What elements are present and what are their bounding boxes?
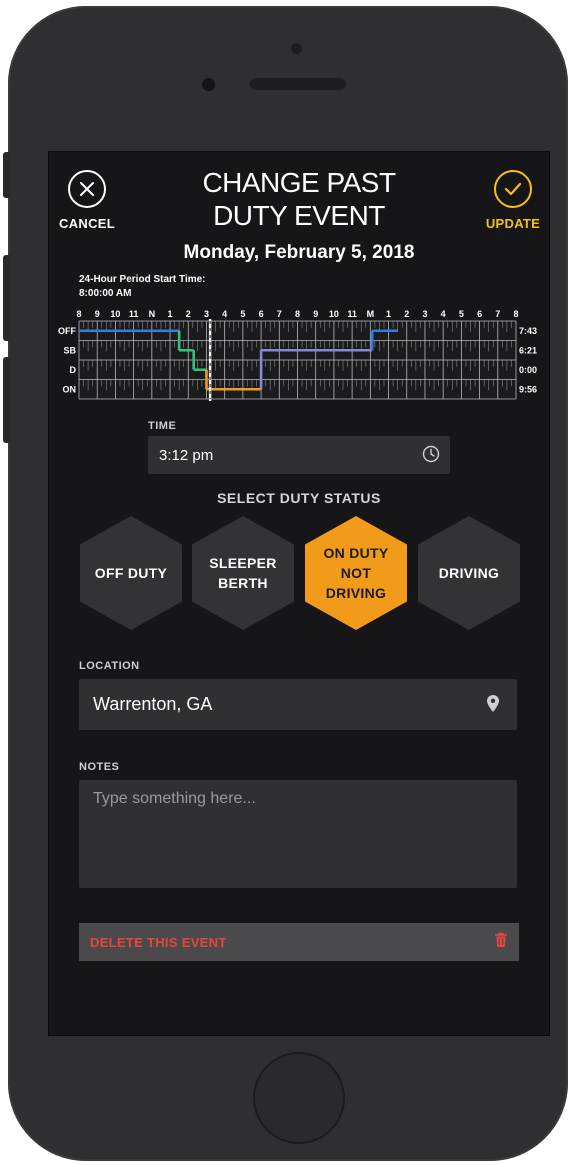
earpiece-speaker	[250, 78, 346, 90]
hour-tick-label: 1	[168, 309, 173, 319]
hour-tick-label: M	[367, 309, 375, 319]
hour-tick-label: 6	[477, 309, 482, 319]
hour-tick-label: 6	[259, 309, 264, 319]
row-label: SB	[63, 345, 76, 355]
period-start-label: 24-Hour Period Start Time:	[79, 274, 206, 285]
proximity-sensor	[202, 78, 215, 91]
status-label: SLEEPER	[209, 555, 277, 571]
row-total: 7:43	[519, 326, 537, 336]
cancel-button[interactable]: CANCEL	[57, 170, 117, 231]
clock-icon	[422, 445, 440, 467]
time-value: 3:12 pm	[159, 446, 214, 464]
update-button[interactable]: UPDATE	[481, 170, 545, 231]
event-date: Monday, February 5, 2018	[183, 242, 415, 263]
location-field[interactable]: Warrenton, GA	[79, 679, 517, 730]
hour-tick-label: 2	[186, 309, 191, 319]
status-label: BERTH	[218, 575, 268, 591]
status-on-duty-not-driving[interactable]: ON DUTY NOT DRIVING	[305, 516, 407, 630]
row-label: ON	[63, 384, 77, 394]
notes-field[interactable]: Type something here...	[79, 780, 517, 888]
period-start: 24-Hour Period Start Time: 8:00:00 AM	[79, 273, 206, 301]
notes-label: NOTES	[79, 761, 120, 773]
row-label: D	[70, 365, 77, 375]
hour-tick-label: 8	[76, 309, 81, 319]
hour-tick-label: 3	[204, 309, 209, 319]
hour-tick-label: 4	[441, 309, 446, 319]
title-line-2: DUTY EVENT	[213, 200, 385, 231]
hour-tick-label: 8	[295, 309, 300, 319]
period-start-value: 8:00:00 AM	[79, 288, 132, 299]
hour-tick-label: 3	[422, 309, 427, 319]
close-icon	[68, 170, 106, 208]
row-total: 0:00	[519, 365, 537, 375]
hour-tick-label: 9	[95, 309, 100, 319]
row-total: 9:56	[519, 384, 537, 394]
checkmark-icon	[494, 170, 532, 208]
duty-log-graph[interactable]: 8 9 10 11 N 1 2 3 4 5 6 7 8 9 10 11 M 1 2 3 4 5 6 7 8 OFF 7:43 SB 6:…	[49, 307, 549, 407]
status-sleeper-berth[interactable]: SLEEPER BERTH	[192, 516, 294, 630]
home-button[interactable]	[253, 1052, 345, 1144]
phone-frame: CANCEL CHANGE PAST DUTY EVENT UPDATE Mon…	[8, 6, 568, 1161]
status-off-duty[interactable]: OFF DUTY	[80, 516, 182, 630]
hour-tick-label: 7	[495, 309, 500, 319]
title-line-1: CHANGE PAST	[202, 167, 396, 198]
delete-label: DELETE THIS EVENT	[90, 934, 227, 950]
hour-tick-label: N	[149, 309, 156, 319]
trash-icon	[494, 932, 508, 953]
volume-down-button	[3, 357, 11, 443]
hour-tick-label: 10	[110, 309, 120, 319]
hour-tick-label: 9	[313, 309, 318, 319]
location-label: LOCATION	[79, 660, 140, 672]
hour-tick-label: 5	[240, 309, 245, 319]
status-driving[interactable]: DRIVING	[418, 516, 520, 630]
time-label: TIME	[148, 420, 177, 432]
hour-tick-label: 10	[329, 309, 339, 319]
duty-status-heading: SELECT DUTY STATUS	[217, 490, 381, 506]
cancel-label: CANCEL	[59, 216, 115, 231]
row-total: 6:21	[519, 345, 537, 355]
mute-switch	[3, 152, 11, 198]
row-label: OFF	[58, 326, 76, 336]
location-pin-icon	[487, 695, 499, 717]
page-title: CHANGE PAST DUTY EVENT	[169, 166, 429, 232]
hour-tick-label: 8	[513, 309, 518, 319]
duty-log-chart: 8 9 10 11 N 1 2 3 4 5 6 7 8 9 10 11 M 1 2 3 4 5 6 7 8OFF 7:43SB 6:…	[58, 309, 537, 401]
delete-event-button[interactable]: DELETE THIS EVENT	[79, 923, 519, 961]
hour-tick-label: 5	[459, 309, 464, 319]
hour-tick-label: 7	[277, 309, 282, 319]
hour-tick-label: 1	[386, 309, 391, 319]
status-label: ON DUTY	[323, 545, 389, 561]
hour-tick-label: 11	[129, 309, 139, 319]
status-label: NOT	[340, 565, 372, 581]
app-screen: CANCEL CHANGE PAST DUTY EVENT UPDATE Mon…	[48, 151, 550, 1036]
hour-tick-label: 11	[347, 309, 357, 319]
hour-tick-label: 2	[404, 309, 409, 319]
location-value: Warrenton, GA	[93, 694, 213, 714]
front-camera	[291, 43, 302, 54]
notes-placeholder: Type something here...	[93, 790, 256, 807]
status-label: DRIVING	[325, 585, 387, 601]
time-field[interactable]: 3:12 pm	[148, 436, 450, 474]
volume-up-button	[3, 255, 11, 341]
hour-tick-label: 4	[222, 309, 227, 319]
status-label: DRIVING	[438, 565, 500, 581]
status-label: OFF DUTY	[94, 565, 168, 581]
update-label: UPDATE	[485, 216, 541, 231]
